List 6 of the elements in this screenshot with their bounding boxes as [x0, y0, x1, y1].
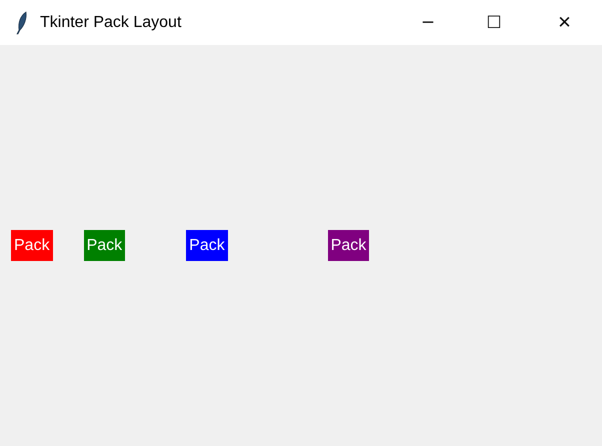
window-title: Tkinter Pack Layout: [40, 14, 182, 32]
pack-label: Pack: [84, 230, 126, 261]
pack-label: Pack: [11, 230, 53, 261]
pack-label: Pack: [186, 230, 228, 261]
pack-label: Pack: [328, 230, 370, 261]
feather-icon: [16, 10, 28, 34]
